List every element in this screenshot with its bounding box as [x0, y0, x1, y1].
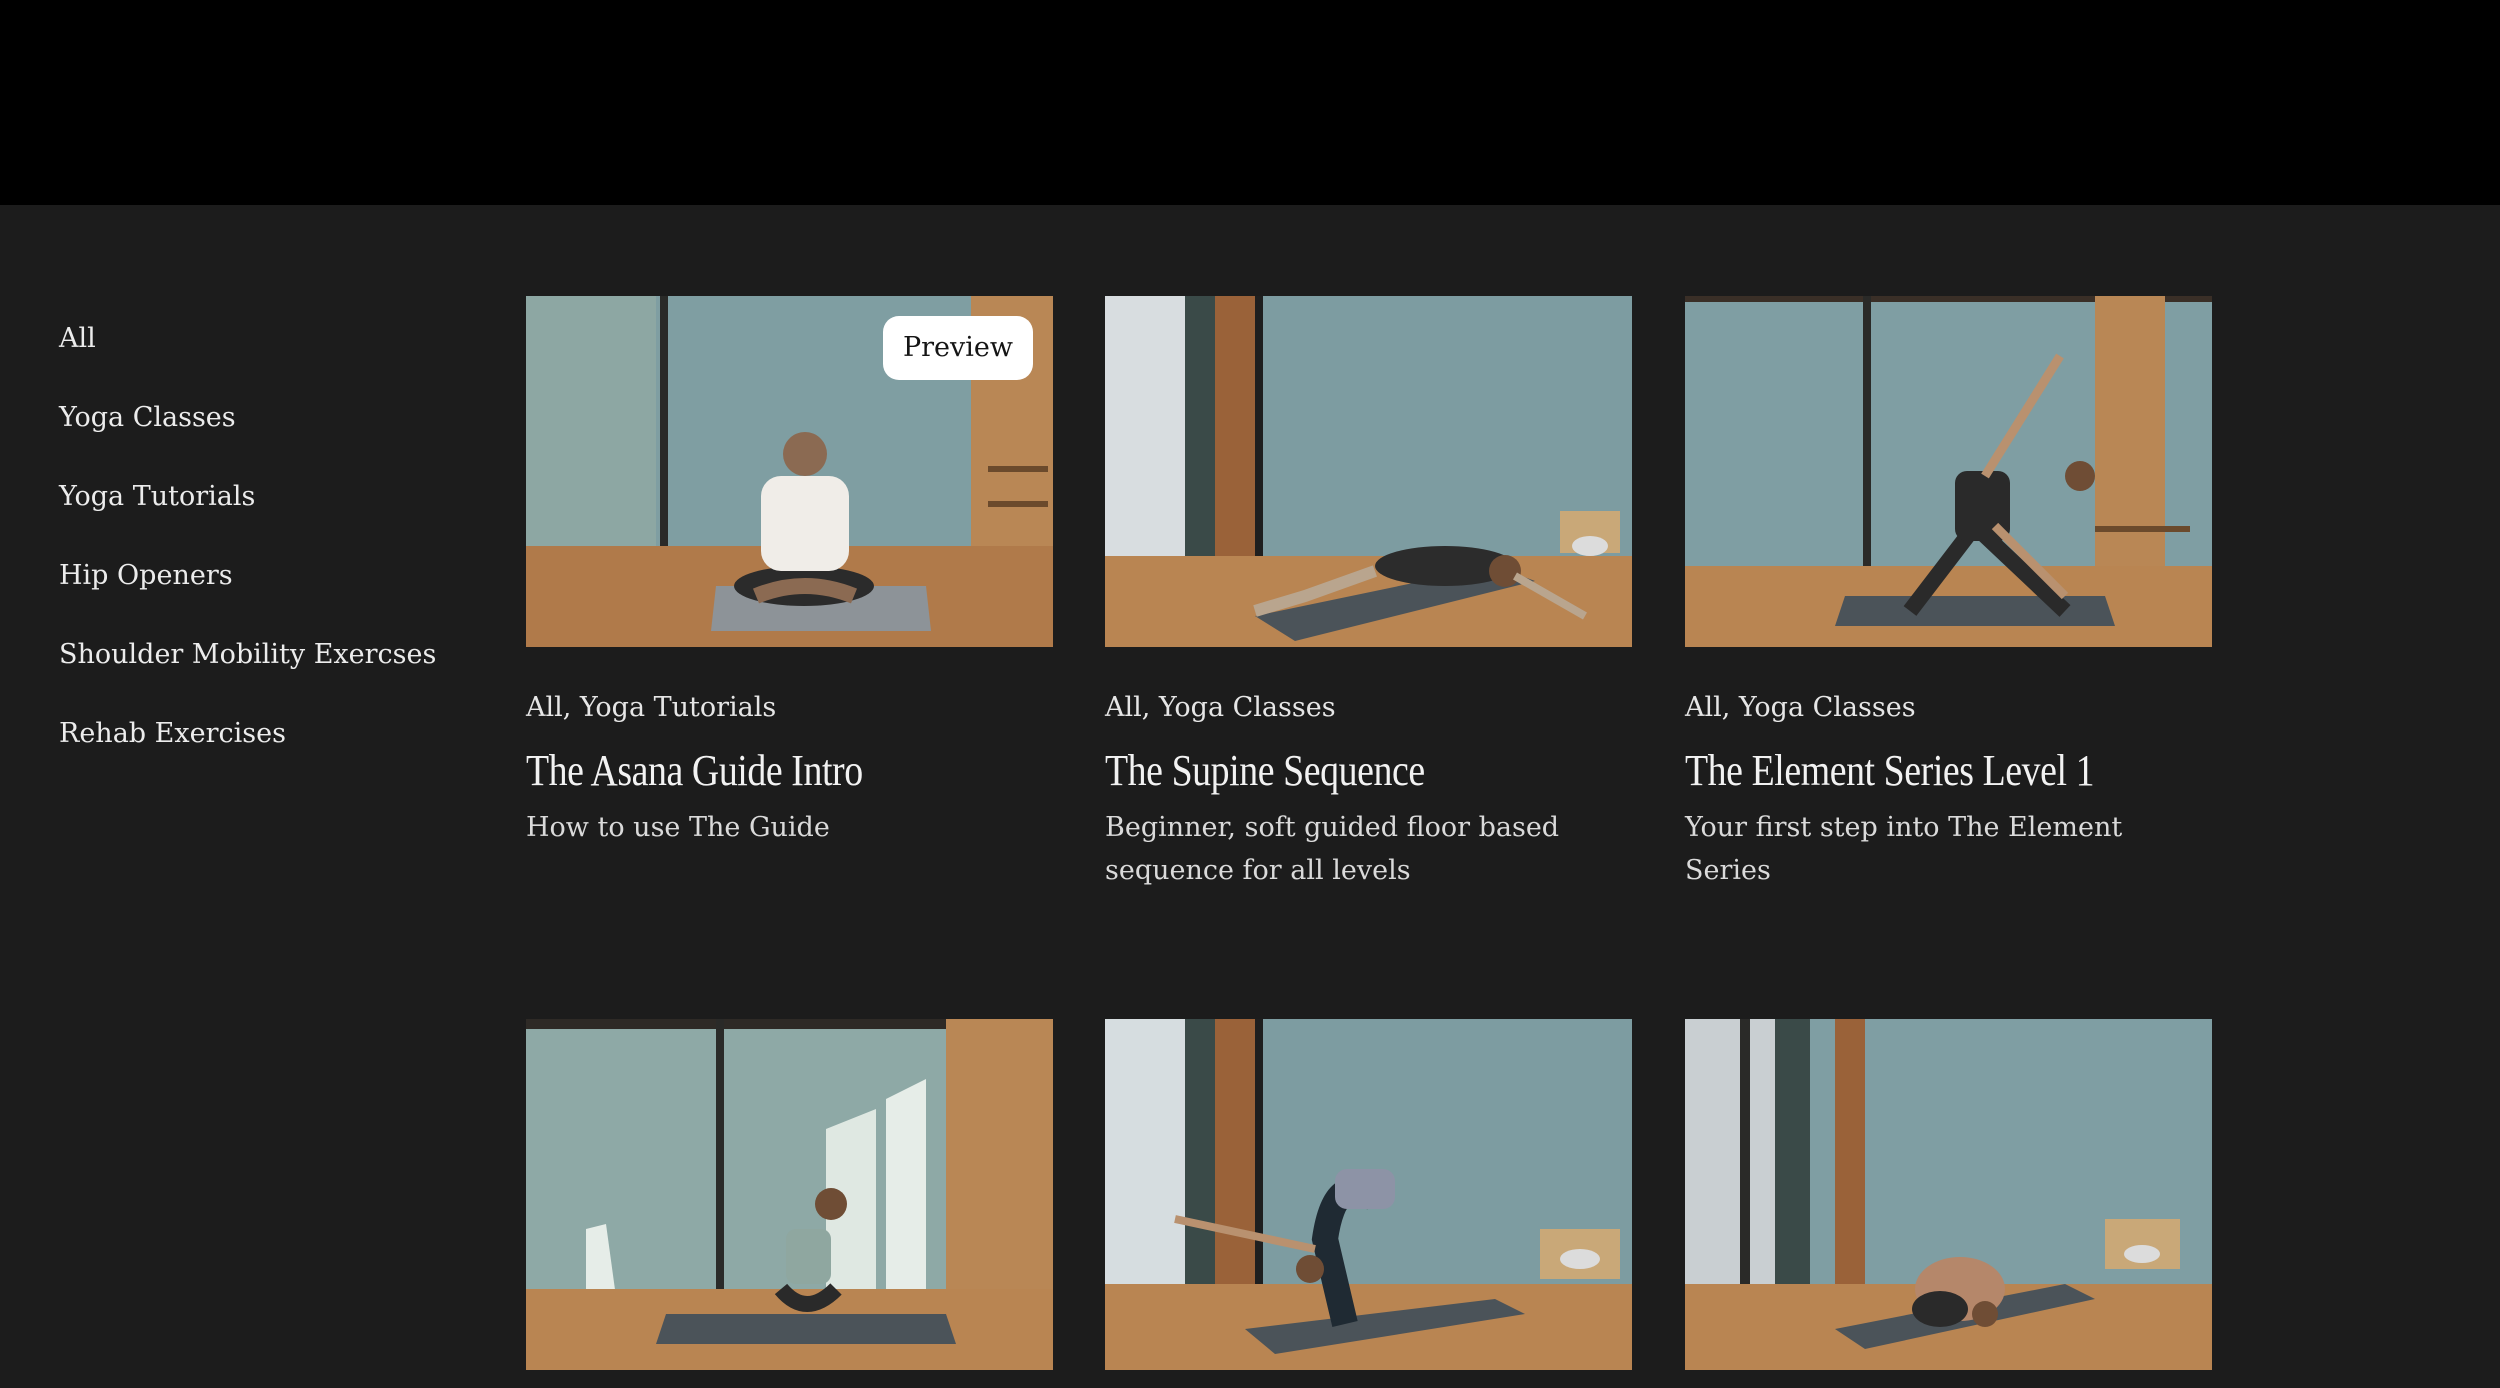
- video-thumbnail[interactable]: [526, 1019, 1053, 1370]
- card-description: Your first step into The Element Series: [1685, 812, 2123, 886]
- sidebar-item-yoga-tutorials[interactable]: Yoga Tutorials: [59, 478, 459, 515]
- card-title[interactable]: The Supine Sequence: [1105, 744, 1558, 798]
- thumbnail-image-forward-fold: [1105, 1019, 1632, 1370]
- thumbnail-image-squat-pose: [526, 1019, 1053, 1370]
- video-thumbnail[interactable]: [1105, 296, 1632, 647]
- sidebar-item-all[interactable]: All: [59, 320, 459, 357]
- video-thumbnail[interactable]: [1685, 1019, 2212, 1370]
- video-card[interactable]: [526, 1019, 1053, 1370]
- video-thumbnail[interactable]: [1685, 296, 2212, 647]
- card-tags: All, Yoga Classes: [1105, 692, 1336, 723]
- card-description: How to use The Guide: [526, 812, 830, 843]
- card-tags: All, Yoga Classes: [1685, 692, 1916, 723]
- video-card[interactable]: Preview All, Yoga Tutorials The Asana Gu…: [526, 296, 1053, 849]
- card-title[interactable]: The Asana Guide Intro: [526, 744, 979, 798]
- sidebar-item-rehab-exercises[interactable]: Rehab Exercises: [59, 715, 459, 752]
- video-thumbnail[interactable]: Preview: [526, 296, 1053, 647]
- preview-badge[interactable]: Preview: [882, 316, 1033, 380]
- thumbnail-image-triangle-pose: [1685, 296, 2212, 647]
- video-card[interactable]: All, Yoga Classes The Supine Sequence Be…: [1105, 296, 1632, 892]
- card-tags: All, Yoga Tutorials: [526, 692, 777, 723]
- video-card[interactable]: [1105, 1019, 1632, 1370]
- thumbnail-image-childs-pose: [1685, 1019, 2212, 1370]
- video-card[interactable]: All, Yoga Classes The Element Series Lev…: [1685, 296, 2212, 892]
- sidebar-item-shoulder-mobility[interactable]: Shoulder Mobility Exercses: [59, 636, 459, 673]
- sidebar-item-hip-openers[interactable]: Hip Openers: [59, 557, 459, 594]
- sidebar-item-yoga-classes[interactable]: Yoga Classes: [59, 399, 459, 436]
- video-card[interactable]: [1685, 1019, 2212, 1370]
- video-thumbnail[interactable]: [1105, 1019, 1632, 1370]
- card-title[interactable]: The Element Series Level 1: [1685, 744, 2138, 798]
- thumbnail-image-supine-twist: [1105, 296, 1632, 647]
- top-header-bar: [0, 0, 2500, 205]
- card-description: Beginner, soft guided floor based sequen…: [1105, 812, 1560, 886]
- category-sidebar: All Yoga Classes Yoga Tutorials Hip Open…: [59, 320, 459, 794]
